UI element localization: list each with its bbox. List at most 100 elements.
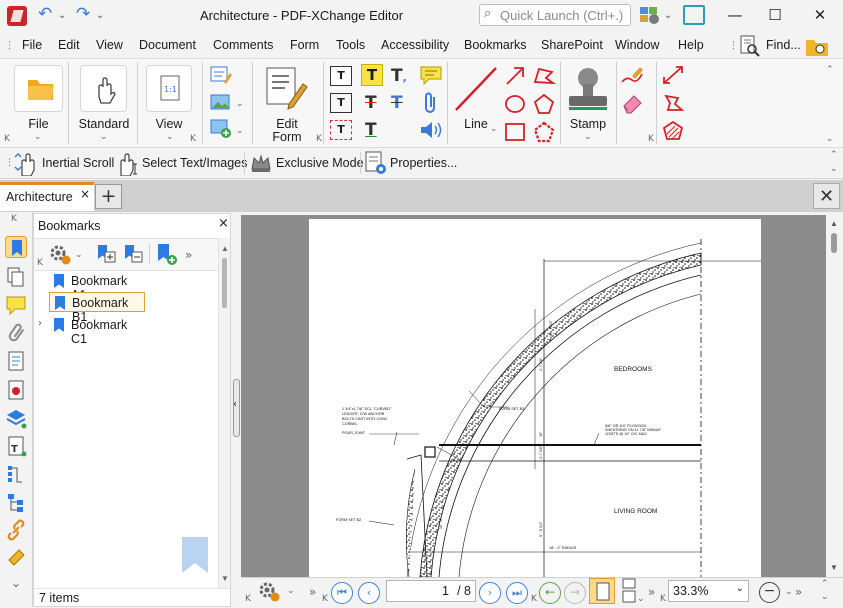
- strikeout-icon[interactable]: T: [365, 93, 377, 113]
- menu-sharepoint[interactable]: SharePoint: [541, 38, 603, 52]
- area-tool-icon[interactable]: [661, 120, 685, 142]
- zoom-level-select[interactable]: 33.3% ⌄: [668, 580, 749, 602]
- redo-icon[interactable]: ↷: [76, 4, 90, 24]
- find-button[interactable]: Find...: [766, 38, 801, 52]
- view-button[interactable]: 1:1: [146, 65, 192, 112]
- polygon-tool-icon[interactable]: [532, 93, 556, 115]
- bookmark-item[interactable]: Bookmark A1: [49, 271, 145, 302]
- standard-dropdown-icon[interactable]: ⌄: [100, 132, 108, 142]
- menu-window[interactable]: Window: [615, 38, 659, 52]
- menu-comments[interactable]: Comments: [213, 38, 273, 52]
- view-dropdown-icon[interactable]: ⌄: [166, 132, 174, 142]
- previous-view-button[interactable]: ←: [539, 582, 561, 604]
- file-button[interactable]: [14, 65, 63, 112]
- properties-button[interactable]: Properties...: [390, 156, 457, 170]
- ribbon-scroll-up[interactable]: ⌃: [826, 65, 834, 75]
- menu-accessibility[interactable]: Accessibility: [381, 38, 449, 52]
- single-page-view-button[interactable]: [589, 578, 615, 604]
- add-image-icon[interactable]: [209, 118, 233, 140]
- customize-dropdown-icon[interactable]: ⌄: [664, 10, 672, 21]
- ribbon-scroll-down[interactable]: ⌄: [826, 134, 834, 144]
- cloud-tool-icon[interactable]: [532, 121, 556, 143]
- redo-dropdown-icon[interactable]: ⌄: [96, 10, 104, 21]
- first-page-button[interactable]: ⏮: [331, 582, 353, 604]
- panel-splitter[interactable]: ‹: [232, 213, 241, 607]
- oval-tool-icon[interactable]: [504, 93, 526, 115]
- file-dropdown-icon[interactable]: ⌄: [34, 132, 42, 142]
- destinations-pane-icon[interactable]: [5, 379, 27, 401]
- distance-tool-icon[interactable]: [661, 64, 685, 86]
- previous-page-button[interactable]: ‹: [358, 582, 380, 604]
- document-tab[interactable]: Architecture ×: [0, 182, 94, 211]
- zoom-dropdown-icon-2[interactable]: ⌄: [785, 587, 793, 597]
- bookmark-options-icon[interactable]: [48, 242, 72, 266]
- next-page-button[interactable]: ›: [479, 582, 501, 604]
- toolbar2-scroll-down[interactable]: ⌄: [830, 164, 838, 174]
- customize-ui-icon[interactable]: [639, 5, 661, 25]
- navbar-more-right-icon[interactable]: »: [648, 585, 655, 599]
- squiggly-icon[interactable]: T: [391, 93, 403, 113]
- thumbnails-pane-icon[interactable]: [5, 266, 27, 288]
- bookmarks-toolbar-more-icon[interactable]: »: [185, 248, 192, 262]
- tags-pane-icon[interactable]: [5, 463, 27, 485]
- rectangle-tool-icon[interactable]: [504, 121, 526, 143]
- expand-chevron-icon[interactable]: ›: [38, 318, 42, 329]
- navbar-scroll-up[interactable]: ⌃: [821, 579, 829, 589]
- expand-bookmarks-icon[interactable]: [95, 242, 117, 266]
- close-button[interactable]: ✕: [797, 0, 843, 31]
- typewriter-icon[interactable]: T: [330, 66, 352, 86]
- last-page-button[interactable]: ⏭: [506, 582, 528, 604]
- replace-text-icon[interactable]: T,: [391, 66, 407, 86]
- stamp-dropdown-icon[interactable]: ⌄: [584, 132, 592, 142]
- menu-document[interactable]: Document: [139, 38, 196, 52]
- close-document-button[interactable]: ✕: [813, 183, 840, 209]
- standard-button[interactable]: [80, 65, 127, 112]
- menu-edit[interactable]: Edit: [58, 38, 80, 52]
- edit-form-icon[interactable]: [263, 64, 311, 114]
- links-pane-icon[interactable]: [5, 519, 27, 541]
- toolbar2-scroll-up[interactable]: ⌃: [830, 150, 838, 160]
- pencil-icon[interactable]: [620, 64, 644, 86]
- line-tool-icon[interactable]: [452, 64, 500, 114]
- textbox-icon[interactable]: T: [330, 93, 352, 113]
- add-image-dropdown-icon[interactable]: ⌄: [236, 126, 244, 136]
- navbar-scroll-down[interactable]: ⌄: [821, 592, 829, 602]
- stamp-icon[interactable]: [564, 64, 612, 114]
- bookmarks-panel-close-icon[interactable]: ×: [218, 216, 229, 231]
- highlight-text-icon[interactable]: T: [361, 64, 383, 86]
- navbar-more-left-icon[interactable]: »: [309, 585, 316, 599]
- new-tab-button[interactable]: +: [95, 184, 122, 209]
- app-logo[interactable]: [7, 6, 27, 26]
- structure-pane-icon[interactable]: [5, 491, 27, 513]
- eraser-icon[interactable]: [620, 92, 644, 114]
- page-number-input[interactable]: 1 / 8: [386, 580, 476, 602]
- edit-image-icon[interactable]: [209, 91, 233, 113]
- bookmarks-pane-icon[interactable]: [5, 236, 27, 258]
- maximize-button[interactable]: ☐: [752, 0, 798, 31]
- fullscreen-icon[interactable]: [683, 5, 705, 25]
- underline-icon[interactable]: T: [365, 120, 377, 140]
- layers-pane-icon[interactable]: [5, 407, 27, 429]
- document-tab-close-icon[interactable]: ×: [80, 187, 90, 201]
- menu-view[interactable]: View: [96, 38, 123, 52]
- menu-tools[interactable]: Tools: [336, 38, 365, 52]
- signatures-pane-icon[interactable]: [5, 547, 27, 569]
- pdf-page[interactable]: BEDROOMS LIVING ROOM 1 3/4"x1 7/8" SCL "…: [309, 219, 761, 577]
- menu-help[interactable]: Help: [678, 38, 704, 52]
- bookmark-item[interactable]: Bookmark C1: [49, 315, 145, 346]
- navbar-options-dropdown-icon[interactable]: ⌄: [287, 586, 295, 596]
- navbar-more-zoom-icon[interactable]: »: [795, 585, 802, 599]
- add-bookmark-icon[interactable]: [155, 242, 179, 266]
- menu-file[interactable]: File: [22, 38, 42, 52]
- undo-icon[interactable]: ↶: [38, 4, 52, 24]
- bookmark-options-dropdown-icon[interactable]: ⌄: [75, 250, 83, 260]
- edit-text-icon[interactable]: [209, 64, 233, 86]
- edit-image-dropdown-icon[interactable]: ⌄: [236, 99, 244, 109]
- view-mode-dropdown-icon[interactable]: ⌄: [637, 594, 645, 604]
- next-view-button[interactable]: →: [564, 582, 586, 604]
- undo-dropdown-icon[interactable]: ⌄: [58, 10, 66, 21]
- collapse-bookmarks-icon[interactable]: [122, 242, 144, 266]
- quick-launch-input[interactable]: ⌕ Quick Launch (Ctrl+.): [479, 4, 631, 26]
- content-pane-icon[interactable]: [5, 350, 27, 372]
- sticky-note-icon[interactable]: [419, 65, 443, 86]
